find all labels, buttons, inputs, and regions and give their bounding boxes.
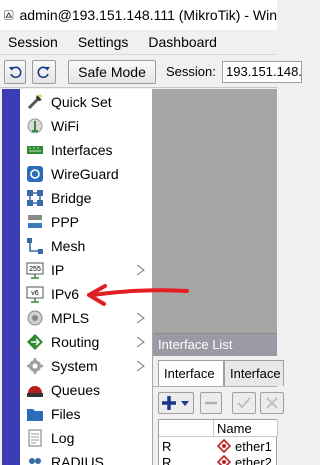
sidebar-item-radius[interactable]: RADIUS	[20, 450, 153, 465]
sidebar-item-label: PPP	[51, 214, 80, 230]
submenu-arrow-icon	[136, 312, 145, 324]
sidebar-item-label: Queues	[51, 382, 101, 398]
window-title: admin@193.151.148.111 (MikroTik) - Win	[19, 7, 278, 23]
undo-button[interactable]	[4, 60, 26, 84]
wireguard-icon	[27, 166, 43, 182]
redo-icon	[37, 66, 50, 79]
sidebar-item-label: WiFi	[51, 118, 79, 134]
radius-icon	[29, 458, 41, 464]
sidebar-item-queues[interactable]: Queues	[20, 378, 153, 402]
session-field[interactable]: 193.151.148.111	[222, 61, 302, 83]
sidebar-item-log[interactable]: Log	[20, 426, 153, 450]
redo-button[interactable]	[32, 60, 56, 84]
quick-set-icon	[27, 94, 42, 110]
sidebar-item-wireguard[interactable]: WireGuard	[20, 162, 153, 186]
interface-list-window: Interface List Interface Interface Name …	[153, 333, 284, 465]
menu-session[interactable]: Session	[8, 34, 58, 50]
mikrotik-logo-icon	[4, 10, 14, 20]
submenu-arrow-icon	[136, 360, 145, 372]
files-icon	[27, 409, 43, 421]
interface-list-tabs: Interface Interface	[153, 356, 284, 386]
session-label: Session:	[166, 64, 216, 79]
sidebar-item-label: Files	[51, 406, 81, 422]
sidebar-item-routing[interactable]: Routing	[20, 330, 153, 354]
sidebar-item-mpls[interactable]: MPLS	[20, 306, 153, 330]
wifi-icon	[27, 118, 43, 134]
mpls-icon	[27, 310, 43, 326]
sidebar-item-ip[interactable]: 255 IP	[20, 258, 153, 282]
sidebar-item-bridge[interactable]: Bridge	[20, 186, 153, 210]
ethernet-port-icon	[217, 439, 231, 453]
interfaces-icon	[27, 146, 43, 154]
sidebar-item-label: RADIUS	[51, 454, 104, 465]
queues-icon	[27, 386, 43, 397]
plus-icon	[162, 396, 189, 410]
safe-mode-button[interactable]: Safe Mode	[68, 60, 156, 84]
sidebar-item-ppp[interactable]: PPP	[20, 210, 153, 234]
sidebar-item-files[interactable]: Files	[20, 402, 153, 426]
sidebar-item-label: Log	[51, 430, 75, 446]
ipv6-icon: v6	[26, 286, 44, 303]
interface-list-toolbar	[153, 386, 284, 418]
sidebar-item-quick-set[interactable]: Quick Set	[20, 90, 153, 114]
ip-icon: 255	[26, 262, 44, 279]
menu-dashboard[interactable]: Dashboard	[148, 34, 217, 50]
menu-bar: Session Settings Dashboard	[0, 30, 277, 54]
sidebar-item-wifi[interactable]: WiFi	[20, 114, 153, 138]
sidebar-item-interfaces[interactable]: Interfaces	[20, 138, 153, 162]
submenu-arrow-icon	[136, 264, 145, 276]
sidebar-item-label: Quick Set	[51, 94, 112, 110]
column-header-flags[interactable]	[159, 420, 214, 437]
sidebar-item-label: IP	[51, 262, 65, 278]
sidebar-stripe	[2, 89, 20, 465]
system-icon	[27, 358, 43, 374]
tab-interface-list[interactable]: Interface	[224, 360, 284, 386]
bridge-icon	[27, 190, 43, 206]
sidebar: Quick Set WiFi Interfaces WireGuard Brid…	[20, 89, 153, 465]
routing-icon	[27, 334, 43, 350]
menu-settings[interactable]: Settings	[78, 34, 129, 50]
enable-button[interactable]	[232, 392, 256, 414]
sidebar-item-label: WireGuard	[51, 166, 119, 182]
cross-icon	[266, 397, 278, 409]
sidebar-item-label: Bridge	[51, 190, 92, 206]
minus-icon	[205, 401, 217, 405]
row-name: ether2	[235, 455, 272, 465]
remove-button[interactable]	[200, 392, 222, 414]
sidebar-item-label: IPv6	[51, 286, 80, 302]
sidebar-item-label: Routing	[51, 334, 100, 350]
sidebar-item-label: Mesh	[51, 238, 86, 254]
undo-icon	[9, 66, 22, 79]
add-button[interactable]	[158, 392, 194, 414]
sidebar-item-label: System	[51, 358, 98, 374]
sidebar-item-mesh[interactable]: Mesh	[20, 234, 153, 258]
ppp-icon	[28, 215, 42, 228]
sidebar-item-label: MPLS	[51, 310, 90, 326]
interface-list-title[interactable]: Interface List	[153, 334, 277, 356]
title-bar: admin@193.151.148.111 (MikroTik) - Win	[0, 0, 277, 30]
main-toolbar: Safe Mode Session: 193.151.148.111	[0, 54, 302, 88]
row-flag: R	[162, 455, 172, 465]
sidebar-item-label: Interfaces	[51, 142, 113, 158]
row-flag: R	[162, 439, 172, 454]
annotation-arrow	[87, 284, 189, 306]
checkmark-icon	[237, 397, 251, 409]
svg-text:255: 255	[29, 266, 41, 273]
log-icon	[28, 429, 42, 447]
mesh-icon	[27, 238, 43, 254]
column-header-name[interactable]: Name	[214, 420, 278, 437]
tab-interface[interactable]: Interface	[158, 360, 224, 386]
ethernet-port-icon	[217, 455, 231, 465]
sidebar-item-system[interactable]: System	[20, 354, 153, 378]
row-name: ether1	[235, 439, 272, 454]
interface-table: Name R ether1 R ether2	[158, 419, 278, 465]
disable-button[interactable]	[260, 392, 284, 414]
submenu-arrow-icon	[136, 336, 145, 348]
svg-text:v6: v6	[31, 290, 39, 297]
